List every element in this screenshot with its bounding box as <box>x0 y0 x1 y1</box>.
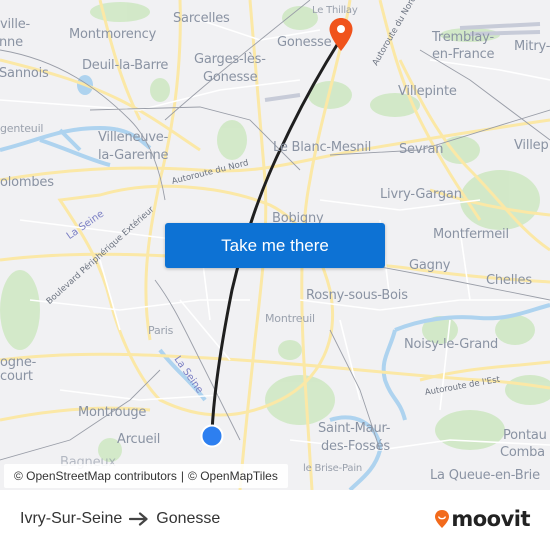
place-label: Sevran <box>399 142 444 157</box>
origin-marker-icon[interactable] <box>200 424 224 448</box>
place-label: Pontau <box>503 428 547 443</box>
moovit-logo: moovit <box>434 507 530 531</box>
map[interactable]: Sarcelles Montmorency Deuil-la-Barre Gar… <box>0 0 550 490</box>
place-label: Villep <box>514 138 549 153</box>
arrow-right-icon <box>129 512 148 526</box>
place-label: Mitry- <box>514 39 550 54</box>
place-label: Gonesse <box>203 70 258 85</box>
place-label: Noisy-le-Grand <box>404 337 499 352</box>
place-label: ogne- <box>0 355 37 370</box>
place-label: Le Thillay <box>312 5 358 16</box>
map-attribution: © OpenStreetMap contributors | © OpenMap… <box>4 464 288 488</box>
place-label: Tremblay- <box>432 30 494 45</box>
place-label: Sarcelles <box>173 11 230 26</box>
place-label: Villeneuve- <box>98 130 169 145</box>
place-label: Comba <box>500 445 545 460</box>
openmaptiles-attribution-link[interactable]: © OpenMapTiles <box>188 469 278 483</box>
route-title: Ivry-Sur-Seine Gonesse <box>20 510 220 528</box>
place-label: Gonesse <box>277 35 332 50</box>
place-label: Montfermeil <box>433 227 509 242</box>
place-label: La Queue-en-Brie <box>430 468 540 483</box>
place-label: le Brise-Pain <box>303 463 363 474</box>
footer: Ivry-Sur-Seine Gonesse moovit <box>0 490 550 550</box>
place-label: Le Blanc-Mesnil <box>273 140 372 155</box>
place-label: Montreuil <box>265 312 315 325</box>
place-label: genteuil <box>0 122 44 135</box>
destination-pin-icon[interactable] <box>328 17 354 53</box>
place-label: Sannois <box>0 66 49 81</box>
place-label: Deuil-la-Barre <box>82 58 169 73</box>
place-label: court <box>0 369 33 384</box>
moovit-wordmark: moovit <box>451 507 530 531</box>
place-label: la-Garenne <box>98 148 169 163</box>
place-label: Rosny-sous-Bois <box>306 288 408 303</box>
attribution-separator: | <box>180 469 185 483</box>
take-me-there-button[interactable]: Take me there <box>165 223 385 268</box>
place-label: Villepinte <box>398 84 457 99</box>
route-destination: Gonesse <box>156 510 221 527</box>
place-label: des-Fossés <box>321 439 390 454</box>
place-label: Paris <box>148 324 174 337</box>
place-label: olombes <box>0 175 54 190</box>
place-label: Garges-lès- <box>194 52 266 67</box>
place-label: Saint-Maur- <box>318 421 391 436</box>
place-label: Livry-Gargan <box>380 187 462 202</box>
route-origin: Ivry-Sur-Seine <box>20 510 123 527</box>
place-label: Arcueil <box>117 432 161 447</box>
moovit-pin-icon <box>435 510 450 528</box>
place-label: en-France <box>432 47 495 62</box>
place-label: Chelles <box>486 273 532 288</box>
osm-attribution-link[interactable]: © OpenStreetMap contributors <box>14 469 177 483</box>
place-label: Montmorency <box>69 27 157 42</box>
place-label: Montrouge <box>78 405 147 420</box>
place-label: ville- <box>0 17 31 32</box>
place-label: Gagny <box>409 258 451 273</box>
place-label: nne <box>0 35 23 50</box>
